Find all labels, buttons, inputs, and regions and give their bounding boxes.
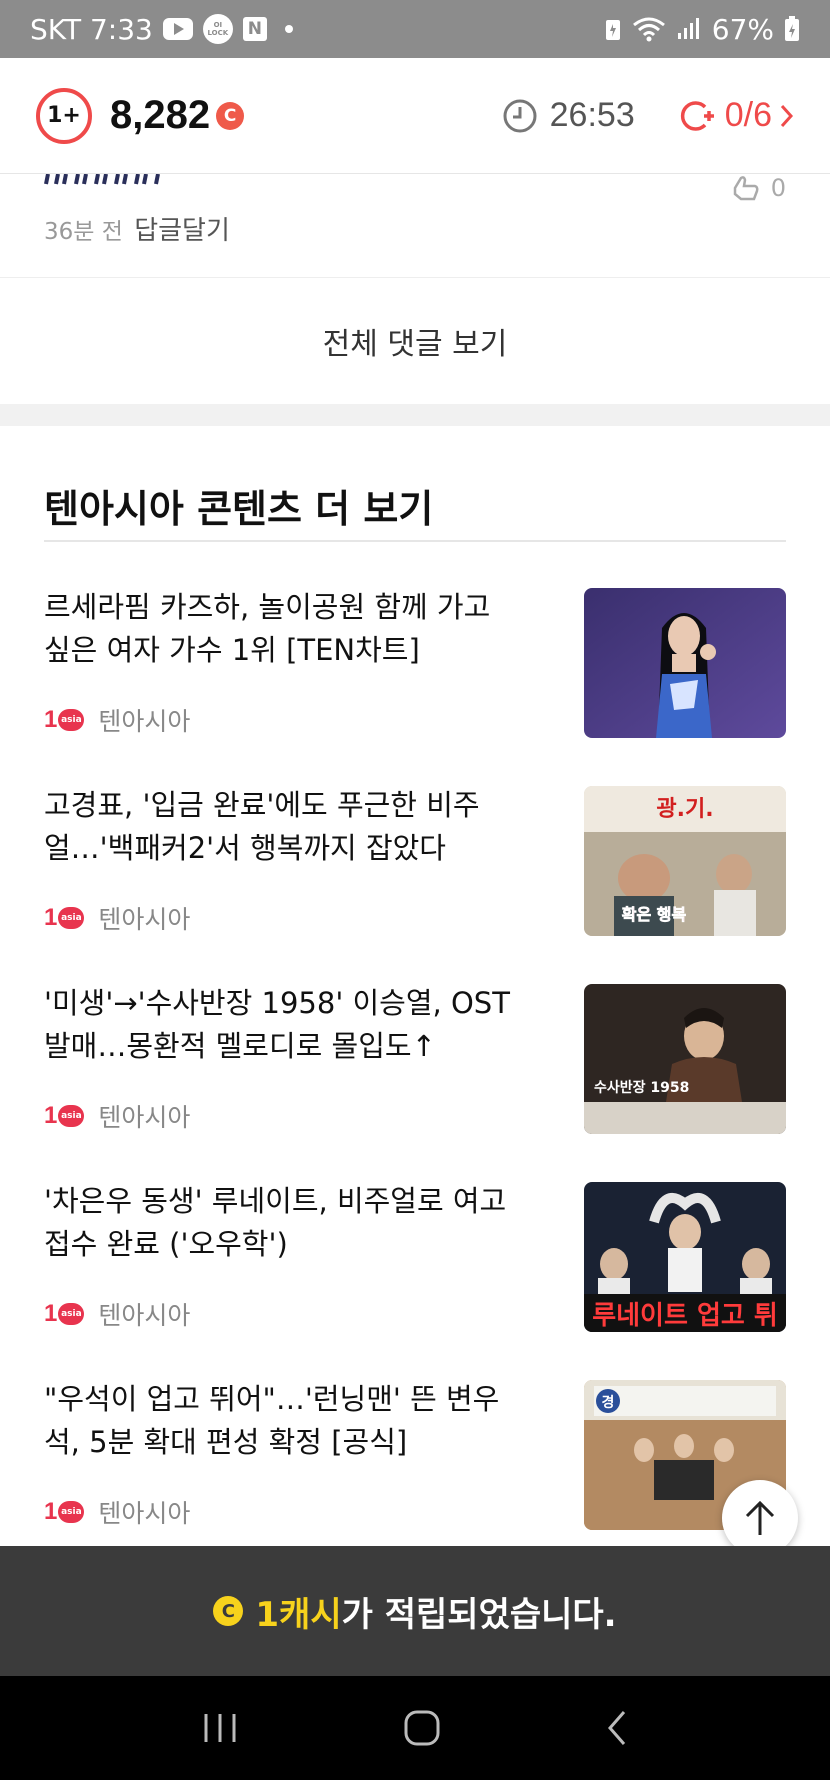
article-source: 1 asia 텐아시아 [44,1296,190,1332]
notification-dot-icon [284,25,293,33]
thumbs-up-icon [733,176,759,201]
arrow-up-icon [745,1500,775,1535]
carrier-time: SKT 7:33 [30,12,153,46]
article-item[interactable]: "우석이 업고 뛰어"…'런닝맨' 뜬 변우석, 5분 확대 편성 확정 [공식… [44,1378,786,1530]
cash-coin-icon: C [213,1596,244,1626]
source-name: 텐아시아 [98,1499,191,1528]
lock-app-icon: OI LOCK [202,14,233,44]
article-source: 1 asia 텐아시아 [44,900,190,936]
back-icon[interactable] [606,1709,628,1747]
thumbnail-image [584,588,786,738]
toast-highlight: 1캐시 [255,1594,342,1635]
mission-count: 0/6 [724,96,772,134]
wifi-icon [632,17,665,42]
thumb-caption: 광.기. [656,797,713,822]
article-title[interactable]: '차은우 동생' 루네이트, 비주얼로 여고 접수 완료 ('오우학') [44,1180,524,1266]
tenasia-logo-icon: 1 asia [44,1498,85,1526]
status-left: SKT 7:33 OI LOCK N [30,13,293,46]
comment-meta: 36분 전 답글달기 [44,210,230,247]
thumb-caption: 수사반장 1958 [594,1079,689,1096]
article-item[interactable]: '미생'→'수사반장 1958' 이승열, OST 발매…몽환적 멜로디로 몰입… [44,982,786,1134]
thumbnail-image: 루네이트 업고 튀 [584,1182,786,1332]
toast-message: 가 적립되었습니다. [341,1594,617,1635]
source-name: 텐아시아 [98,1103,191,1132]
article-source: 1 asia 텐아시아 [44,1098,190,1134]
article-item[interactable]: 르세라핌 카즈하, 놀이공원 함께 가고 싶은 여자 가수 1위 [TEN차트]… [44,586,786,738]
source-name: 텐아시아 [98,707,191,736]
coin-icon: C [216,101,245,130]
comment-time: 36분 전 [44,219,123,245]
battery-icon [785,16,799,41]
level-badge[interactable]: 1+ [36,87,92,144]
thumb-caption: 경 [602,1394,615,1411]
like-count: 0 [770,174,786,202]
signal-icon [677,18,699,39]
youtube-icon [162,18,193,40]
recent-apps-icon[interactable] [202,1712,238,1744]
view-all-comments-button[interactable]: 전체 댓글 보기 [0,278,830,404]
reply-button[interactable]: 답글달기 [134,216,230,246]
source-name: 텐아시아 [98,1301,191,1330]
tenasia-logo-icon: 1 asia [44,1300,85,1328]
thumb-caption: 루네이트 업고 튀 [592,1301,778,1331]
article-title[interactable]: 르세라핌 카즈하, 놀이공원 함께 가고 싶은 여자 가수 1위 [TEN차트] [44,586,524,672]
article-thumbnail[interactable] [584,588,786,738]
article-title[interactable]: 고경표, '입금 완료'에도 푸근한 비주얼…'백패커2'서 행복까지 잡았다 [44,784,524,870]
home-icon[interactable] [403,1709,441,1747]
scroll-to-top-button[interactable] [722,1480,798,1556]
article-thumbnail[interactable]: 수사반장 1958 [584,984,786,1134]
article-thumbnail[interactable]: 광.기. 확은 행복 [584,786,786,936]
tenasia-logo-icon: 1 asia [44,1102,85,1130]
points-value: 8,282 [110,93,211,137]
comment-item: 36분 전 답글달기 0 [0,174,830,278]
article-source: 1 asia 텐아시아 [44,1494,190,1530]
thumbnail-image: 수사반장 1958 [584,984,786,1134]
article-item[interactable]: '차은우 동생' 루네이트, 비주얼로 여고 접수 완료 ('오우학') 1 as… [44,1180,786,1332]
mission-button[interactable]: 0/6 [679,96,794,135]
section-title-divider [44,540,786,542]
section-title: 텐아시아 콘텐츠 더 보기 [44,487,434,531]
like-button[interactable]: 0 [731,174,786,202]
coin-plus-icon [680,100,714,131]
chevron-right-icon [780,104,794,127]
battery-percent: 67% [711,12,774,46]
status-bar: SKT 7:33 OI LOCK N 67% [0,0,830,58]
status-right: 67% [604,13,800,46]
cash-earned-toast: C 1캐시가 적립되었습니다. [0,1546,830,1676]
clock-icon [503,99,537,132]
article-title[interactable]: "우석이 업고 뛰어"…'런닝맨' 뜬 변우석, 5분 확대 편성 확정 [공식… [44,1378,524,1464]
timer-value: 26:53 [549,96,635,134]
tenasia-logo-icon: 1 asia [44,706,85,734]
article-title[interactable]: '미생'→'수사반장 1958' 이승열, OST 발매…몽환적 멜로디로 몰입… [44,982,524,1068]
thumbnail-image: 광.기. 확은 행복 [584,786,786,936]
article-source: 1 asia 텐아시아 [44,702,190,738]
system-nav-bar [0,1676,830,1780]
article-item[interactable]: 고경표, '입금 완료'에도 푸근한 비주얼…'백패커2'서 행복까지 잡았다 … [44,784,786,936]
comment-text-cut [44,174,160,185]
battery-saver-icon [605,20,620,40]
timer: 26:53 [502,96,635,135]
naver-icon: N [242,17,267,41]
thumb-caption: 확은 행복 [622,905,687,924]
tenasia-logo-icon: 1 asia [44,904,85,932]
app-header: 1+ 8,282 C 26:53 0/6 [0,58,830,174]
source-name: 텐아시아 [98,905,191,934]
section-divider [0,404,830,426]
article-thumbnail[interactable]: 루네이트 업고 튀 [584,1182,786,1332]
